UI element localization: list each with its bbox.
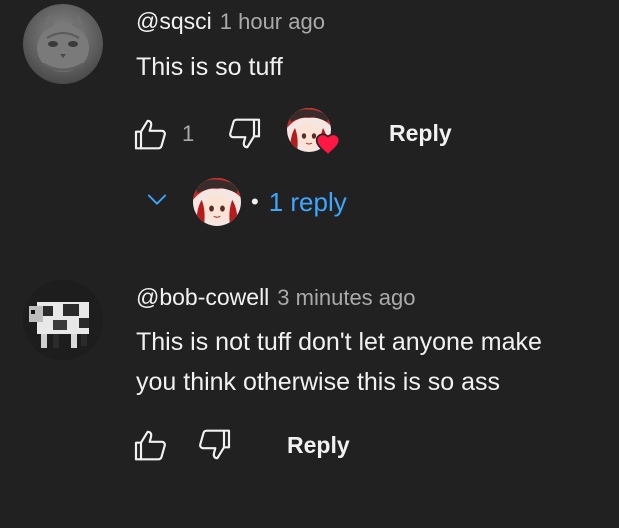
comment-text-line: you think otherwise this is so ass — [136, 368, 501, 396]
dislike-button[interactable] — [224, 113, 264, 153]
comment-header: @bob-cowell 3 minutes ago — [136, 284, 416, 311]
avatar-bob-cowell[interactable] — [23, 280, 103, 360]
avatar-sqsci[interactable] — [23, 4, 103, 84]
replies-count-label[interactable]: 1 reply — [269, 187, 347, 218]
comment-author[interactable]: @sqsci — [136, 8, 212, 34]
dislike-button[interactable] — [194, 424, 234, 464]
comment-author[interactable]: @bob-cowell — [136, 284, 269, 310]
creator-heart[interactable] — [287, 108, 343, 158]
heart-icon — [315, 132, 341, 161]
thumb-down-icon — [224, 113, 264, 153]
thumb-down-icon — [194, 424, 234, 464]
comment-text: This is not tuff don't let anyone make y… — [136, 322, 542, 402]
comment-time[interactable]: 3 minutes ago — [277, 285, 415, 310]
like-button[interactable] — [131, 426, 171, 466]
like-count: 1 — [182, 121, 195, 146]
thumb-up-icon — [131, 426, 171, 466]
comment-time[interactable]: 1 hour ago — [220, 9, 325, 34]
reply-button[interactable]: Reply — [389, 120, 452, 147]
separator-dot: • — [251, 189, 259, 214]
chevron-down-icon — [143, 185, 171, 220]
comment-text: This is so tuff — [136, 53, 283, 81]
comment-text-line: This is not tuff don't let anyone make — [136, 328, 542, 356]
reply-button[interactable]: Reply — [287, 432, 350, 459]
comment-header: @sqsci 1 hour ago — [136, 8, 325, 35]
view-replies-button[interactable]: • 1 reply — [143, 178, 347, 226]
like-button[interactable] — [131, 115, 171, 155]
thumb-up-icon — [131, 115, 171, 155]
replier-avatar — [193, 178, 241, 226]
